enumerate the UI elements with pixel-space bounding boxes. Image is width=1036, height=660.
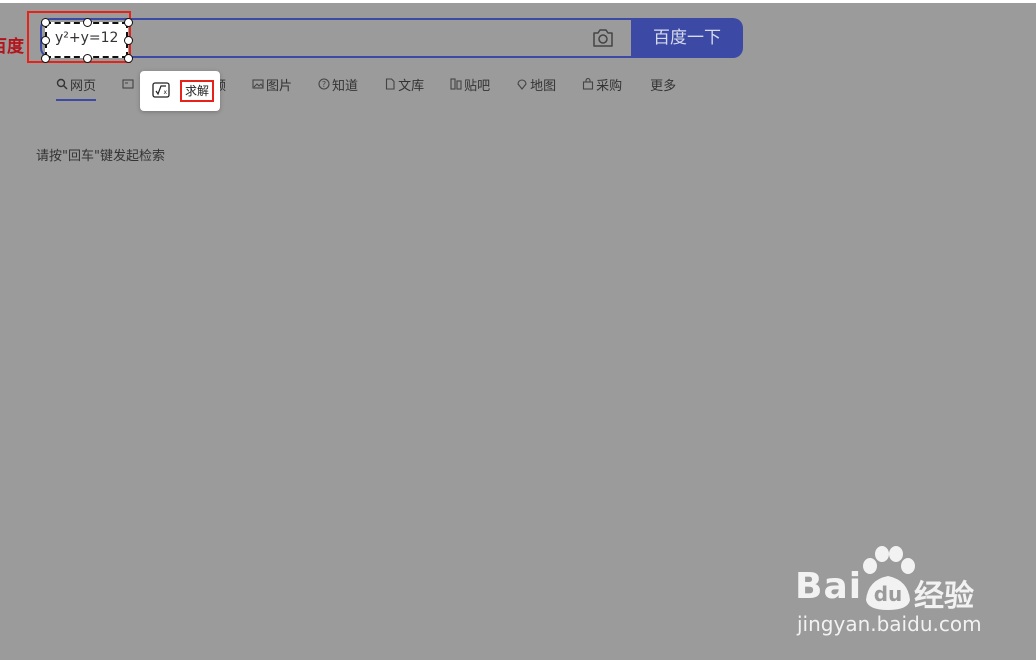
formula-text: y²+y=12 (55, 30, 119, 46)
question-icon: ? (318, 78, 330, 90)
resize-handle-bm[interactable] (83, 54, 92, 63)
tab-label: 网页 (70, 78, 97, 94)
shopping-icon (583, 78, 594, 90)
tab-more[interactable]: 更多 (650, 75, 676, 94)
svg-text:?: ? (322, 80, 326, 89)
map-pin-icon (517, 79, 527, 90)
baidu-logo[interactable]: 百度 (0, 32, 24, 57)
tab-webpage[interactable]: 网页 (56, 75, 97, 101)
tab-label: 贴吧 (464, 78, 491, 94)
camera-icon[interactable] (591, 28, 615, 48)
top-border (0, 0, 1036, 3)
enter-hint: 请按"回车"键发起检索 (36, 149, 165, 164)
baidu-paw-icon: du (863, 546, 915, 610)
formula-icon[interactable]: x (152, 82, 170, 98)
resize-handle-br[interactable] (124, 54, 133, 63)
watermark-url: jingyan.baidu.com (797, 612, 982, 636)
tab-label: 采购 (596, 78, 623, 94)
resize-handle-tr[interactable] (124, 18, 133, 27)
video-icon (122, 79, 134, 89)
tieba-icon (450, 78, 462, 90)
watermark-jingyan: 经验 (914, 579, 974, 614)
resize-handle-tm[interactable] (83, 18, 92, 27)
resize-handle-bl[interactable] (41, 54, 50, 63)
tab-zhidao[interactable]: ? 知道 (318, 75, 358, 94)
watermark-du: du (874, 582, 903, 606)
resize-handle-mr[interactable] (124, 36, 133, 45)
tab-wenku[interactable]: 文库 (384, 75, 424, 94)
tab-map[interactable]: 地图 (516, 75, 556, 94)
tab-tieba[interactable]: 贴吧 (450, 75, 490, 94)
tab-purchase[interactable]: 采购 (582, 75, 622, 94)
search-icon (56, 78, 68, 90)
image-icon (252, 79, 264, 89)
resize-handle-ml[interactable] (41, 36, 50, 45)
tab-label: 文库 (398, 78, 425, 94)
formula-selection[interactable]: y²+y=12 (45, 22, 128, 58)
solve-button[interactable]: 求解 (180, 80, 215, 102)
document-icon (386, 78, 395, 90)
resize-handle-tl[interactable] (41, 18, 50, 27)
tab-label: 图片 (266, 78, 293, 94)
tab-label: 知道 (332, 78, 359, 94)
formula-popup: x 求解 (140, 71, 220, 111)
tab-label: 更多 (650, 78, 677, 94)
search-button[interactable]: 百度一下 (631, 18, 743, 58)
tab-label: 地图 (530, 78, 557, 94)
svg-text:x: x (164, 89, 168, 96)
tab-images[interactable]: 图片 (252, 75, 292, 94)
